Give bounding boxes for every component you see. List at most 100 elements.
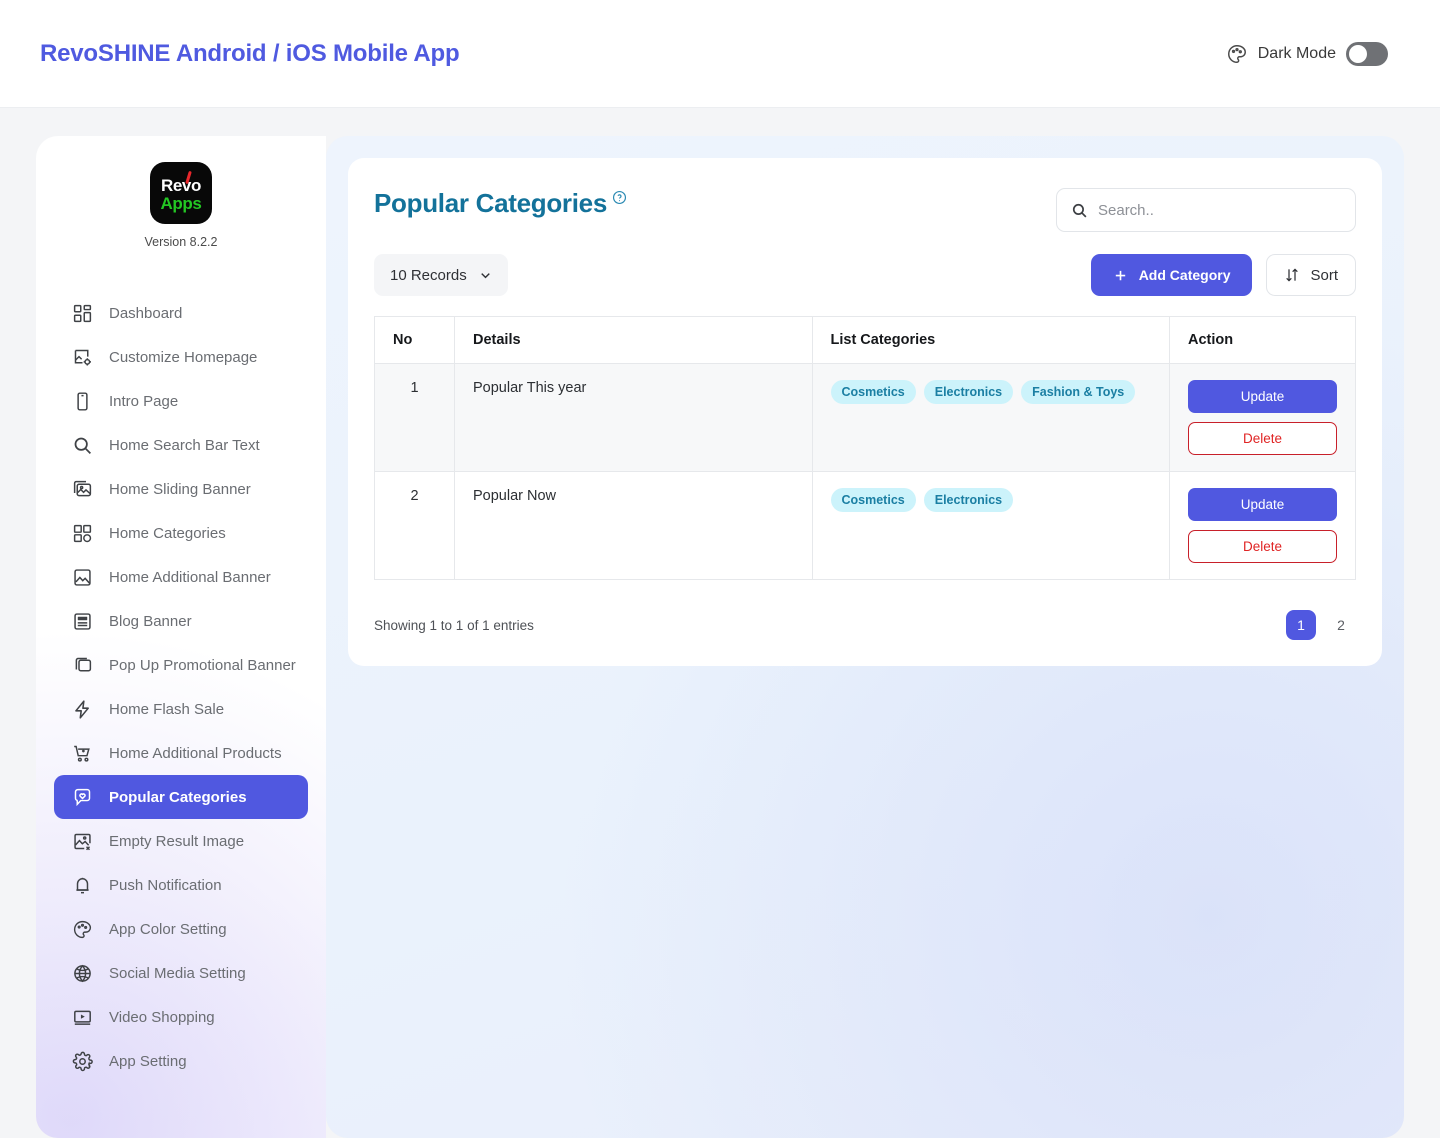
windows-icon bbox=[72, 655, 93, 676]
sidebar-item-popup-promotional-banner[interactable]: Pop Up Promotional Banner bbox=[54, 643, 308, 687]
sort-icon bbox=[1284, 267, 1300, 283]
sidebar-item-blog-banner[interactable]: Blog Banner bbox=[54, 599, 308, 643]
sidebar-item-intro-page[interactable]: Intro Page bbox=[54, 379, 308, 423]
sidebar-item-home-search-bar-text[interactable]: Home Search Bar Text bbox=[54, 423, 308, 467]
dashboard-grid-icon bbox=[72, 303, 93, 324]
title-group: Popular Categories bbox=[374, 188, 627, 219]
sidebar-item-empty-result-image[interactable]: Empty Result Image bbox=[54, 819, 308, 863]
pagination-page-1[interactable]: 1 bbox=[1286, 610, 1316, 640]
grid-dot-icon bbox=[72, 523, 93, 544]
action-button-group: Update Delete bbox=[1188, 380, 1337, 455]
sort-button[interactable]: Sort bbox=[1266, 254, 1356, 296]
table-footer: Showing 1 to 1 of 1 entries 1 2 bbox=[374, 610, 1356, 640]
column-header-action: Action bbox=[1169, 316, 1356, 364]
update-button[interactable]: Update bbox=[1188, 488, 1337, 521]
chevron-down-icon bbox=[479, 269, 492, 282]
sidebar-item-app-setting[interactable]: App Setting bbox=[54, 1039, 308, 1083]
sidebar-item-label: Popular Categories bbox=[109, 788, 247, 806]
dark-mode-toggle[interactable] bbox=[1346, 41, 1388, 66]
tag-list: Cosmetics Electronics Fashion & Toys bbox=[830, 380, 1152, 404]
plus-icon bbox=[1113, 268, 1128, 283]
row-details: Popular Now bbox=[454, 471, 813, 580]
sidebar-item-dashboard[interactable]: Dashboard bbox=[54, 291, 308, 335]
records-select-value: 10 Records bbox=[390, 266, 467, 284]
image-x-icon bbox=[72, 831, 93, 852]
sidebar-item-label: Home Sliding Banner bbox=[109, 480, 251, 498]
delete-button[interactable]: Delete bbox=[1188, 530, 1337, 563]
dark-mode-label: Dark Mode bbox=[1257, 44, 1336, 62]
column-header-list-categories: List Categories bbox=[811, 316, 1170, 364]
gear-icon bbox=[72, 1051, 93, 1072]
images-stack-icon bbox=[72, 479, 93, 500]
table-row: 2 Popular Now Cosmetics Electronics Upda… bbox=[374, 471, 1356, 580]
sidebar-nav: Dashboard Customize Homepage Intro Page … bbox=[36, 291, 326, 1083]
sidebar-item-label: App Color Setting bbox=[109, 920, 227, 938]
sidebar-item-home-categories[interactable]: Home Categories bbox=[54, 511, 308, 555]
sidebar-item-popular-categories[interactable]: Popular Categories bbox=[54, 775, 308, 819]
row-categories: Cosmetics Electronics bbox=[811, 471, 1170, 580]
sidebar-item-label: App Setting bbox=[109, 1052, 187, 1070]
sidebar-item-label: Social Media Setting bbox=[109, 964, 246, 982]
sidebar-item-label: Push Notification bbox=[109, 876, 222, 894]
update-button[interactable]: Update bbox=[1188, 380, 1337, 413]
sidebar-item-home-flash-sale[interactable]: Home Flash Sale bbox=[54, 687, 308, 731]
row-actions: Update Delete bbox=[1169, 363, 1356, 472]
image-settings-icon bbox=[72, 347, 93, 368]
table-row: 1 Popular This year Cosmetics Electronic… bbox=[374, 363, 1356, 472]
sidebar-item-social-media-setting[interactable]: Social Media Setting bbox=[54, 951, 308, 995]
add-category-button[interactable]: Add Category bbox=[1090, 254, 1253, 296]
delete-button[interactable]: Delete bbox=[1188, 422, 1337, 455]
sort-label: Sort bbox=[1310, 266, 1338, 284]
category-tag: Fashion & Toys bbox=[1021, 380, 1136, 404]
row-no: 1 bbox=[374, 363, 455, 472]
sidebar-item-label: Home Categories bbox=[109, 524, 226, 542]
row-details: Popular This year bbox=[454, 363, 813, 472]
palette-icon bbox=[72, 919, 93, 940]
video-play-icon bbox=[72, 1007, 93, 1028]
question-circle-icon[interactable] bbox=[612, 190, 627, 205]
pagination: 1 2 bbox=[1286, 610, 1356, 640]
top-bar: RevoSHINE Android / iOS Mobile App Dark … bbox=[0, 0, 1440, 108]
logo-bottom-text: Apps bbox=[160, 194, 202, 213]
sidebar-item-push-notification[interactable]: Push Notification bbox=[54, 863, 308, 907]
sidebar-item-label: Dashboard bbox=[109, 304, 183, 322]
article-icon bbox=[72, 611, 93, 632]
main-content: Popular Categories Search.. 10 Records A… bbox=[326, 136, 1404, 1138]
sidebar-item-home-sliding-banner[interactable]: Home Sliding Banner bbox=[54, 467, 308, 511]
bell-icon bbox=[72, 875, 93, 896]
column-header-details: Details bbox=[454, 316, 813, 364]
logo-top-text: Revo bbox=[161, 176, 201, 195]
sidebar-item-video-shopping[interactable]: Video Shopping bbox=[54, 995, 308, 1039]
showing-entries-text: Showing 1 to 1 of 1 entries bbox=[374, 617, 534, 633]
sidebar-item-label: Intro Page bbox=[109, 392, 179, 410]
content-page-title: Popular Categories bbox=[374, 188, 607, 218]
table-head: No Details List Categories Action bbox=[374, 316, 1356, 364]
cart-plus-icon bbox=[72, 743, 93, 764]
row-no: 2 bbox=[374, 471, 455, 580]
search-box[interactable] bbox=[1056, 188, 1356, 232]
lightning-bolt-icon bbox=[72, 699, 93, 720]
table-toolbar: 10 Records Add Category Sort bbox=[374, 254, 1356, 296]
sidebar-item-customize-homepage[interactable]: Customize Homepage bbox=[54, 335, 308, 379]
search-icon bbox=[72, 435, 93, 456]
brand-block: Revo Apps Version 8.2.2 bbox=[36, 162, 326, 249]
sidebar-item-label: Blog Banner bbox=[109, 612, 192, 630]
search-input[interactable] bbox=[1098, 201, 1341, 219]
picture-icon bbox=[72, 567, 93, 588]
records-per-page-select[interactable]: 10 Records bbox=[374, 254, 508, 296]
sidebar-item-home-additional-banner[interactable]: Home Additional Banner bbox=[54, 555, 308, 599]
table-header-row: No Details List Categories Action bbox=[374, 316, 1356, 364]
page-body: Revo Apps Version 8.2.2 Dashboard Custom… bbox=[0, 108, 1440, 1138]
sidebar-item-home-additional-products[interactable]: Home Additional Products bbox=[54, 731, 308, 775]
add-category-label: Add Category bbox=[1138, 267, 1231, 283]
toolbar-actions: Add Category Sort bbox=[1090, 254, 1356, 296]
sidebar-item-label: Pop Up Promotional Banner bbox=[109, 656, 296, 674]
sidebar-item-label: Home Additional Products bbox=[109, 744, 282, 762]
sidebar-item-app-color-setting[interactable]: App Color Setting bbox=[54, 907, 308, 951]
page-title: RevoSHINE Android / iOS Mobile App bbox=[40, 39, 460, 67]
dark-mode-control[interactable]: Dark Mode bbox=[1226, 41, 1388, 66]
row-categories: Cosmetics Electronics Fashion & Toys bbox=[811, 363, 1170, 472]
pagination-page-2[interactable]: 2 bbox=[1326, 610, 1356, 640]
category-tag: Electronics bbox=[923, 488, 1014, 512]
card-header: Popular Categories bbox=[374, 188, 1356, 232]
